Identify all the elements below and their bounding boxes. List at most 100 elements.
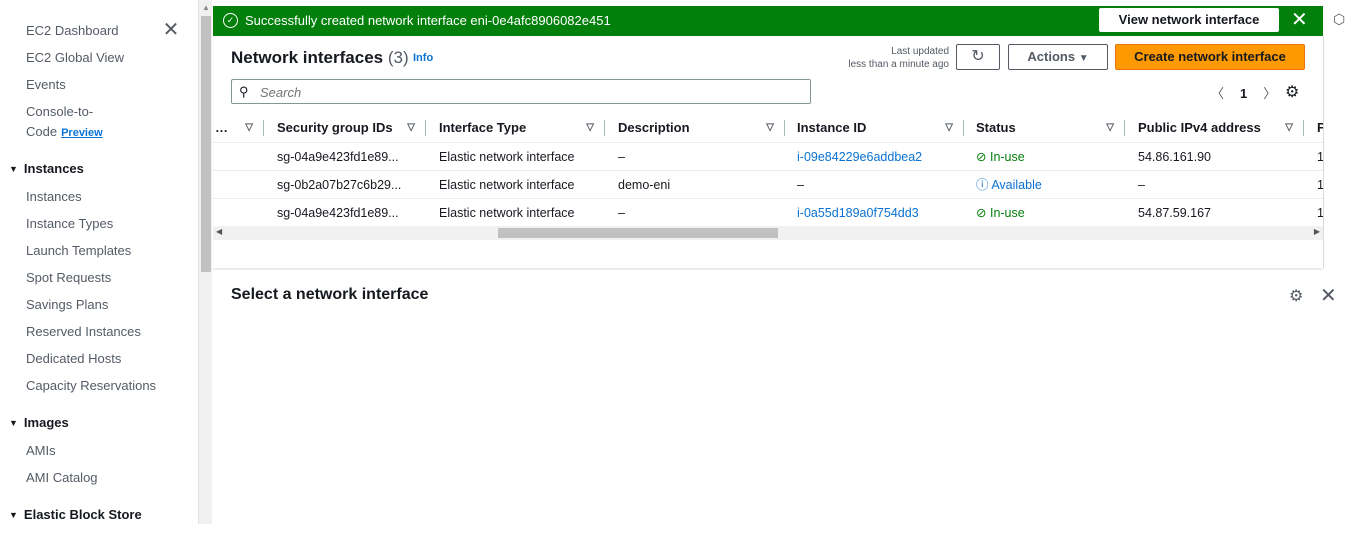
- cell-public-ipv4: –: [1138, 178, 1145, 192]
- nav-ami-catalog[interactable]: AMI Catalog: [26, 470, 98, 486]
- nav-ec2-dashboard[interactable]: EC2 Dashboard: [26, 23, 119, 39]
- cell-security-group: sg-0b2a07b27c6b29...: [277, 178, 402, 192]
- last-updated-label: Last updated: [891, 46, 949, 57]
- column-divider[interactable]: [263, 120, 264, 136]
- caret-down-icon: ▼: [1078, 53, 1089, 64]
- success-flash-banner: ✓ Successfully created network interface…: [213, 6, 1323, 36]
- side-navigation: ✕ EC2 Dashboard EC2 Global View Events C…: [0, 0, 198, 524]
- sidebar-scrollbar[interactable]: ▲: [198, 0, 212, 524]
- sort-icon[interactable]: ▽: [586, 113, 594, 143]
- search-box[interactable]: ⚲: [231, 79, 811, 104]
- status-badge: ⊘ In-use: [976, 199, 1025, 227]
- status-badge: ⊘ In-use: [976, 143, 1025, 171]
- current-page[interactable]: 1: [1240, 86, 1247, 101]
- caret-down-icon: ▼: [9, 418, 18, 428]
- item-count: (3): [387, 48, 409, 67]
- section-ebs[interactable]: ▼ Elastic Block Store: [9, 507, 142, 523]
- info-link[interactable]: Info: [413, 52, 433, 64]
- nav-instance-types[interactable]: Instance Types: [26, 216, 113, 232]
- column-divider[interactable]: [425, 120, 426, 136]
- scroll-left-icon[interactable]: ◀: [216, 227, 222, 236]
- cell-public-ipv4: 54.86.161.90: [1138, 150, 1211, 164]
- col-status[interactable]: Status ▽: [976, 113, 1124, 143]
- flash-message: Successfully created network interface e…: [245, 13, 611, 28]
- pagination: 〈 1 〉: [1203, 83, 1284, 102]
- table-row[interactable]: sg-04a9e423fd1e89... Elastic network int…: [213, 143, 1323, 171]
- scroll-right-icon[interactable]: ▶: [1314, 227, 1320, 236]
- cell-instance-id: –: [797, 178, 804, 192]
- nav-amis[interactable]: AMIs: [26, 443, 56, 459]
- nav-events[interactable]: Events: [26, 77, 66, 93]
- view-network-interface-button[interactable]: View network interface: [1099, 8, 1279, 32]
- table-horizontal-scrollbar[interactable]: ◀ ▶: [213, 226, 1323, 240]
- nav-savings-plans[interactable]: Savings Plans: [26, 297, 108, 313]
- nav-spot-requests[interactable]: Spot Requests: [26, 270, 111, 286]
- nav-instances[interactable]: Instances: [26, 189, 82, 205]
- nav-console-to-code[interactable]: Console-to-: [26, 104, 93, 120]
- instance-id-link[interactable]: i-09e84229e6addbea2: [797, 143, 922, 171]
- scrollbar-thumb[interactable]: [201, 16, 211, 272]
- column-divider[interactable]: [1303, 120, 1304, 136]
- status-badge: ⓘ Available: [976, 171, 1042, 199]
- preview-badge[interactable]: Preview: [61, 127, 103, 139]
- sort-icon[interactable]: ▽: [407, 113, 415, 143]
- search-icon: ⚲: [239, 84, 249, 99]
- close-icon[interactable]: ✕: [161, 20, 181, 40]
- feedback-icon[interactable]: ⬡: [1333, 11, 1345, 28]
- col-label: Interface Type: [439, 120, 527, 135]
- col-label: Security group IDs: [277, 120, 393, 135]
- col-interface-type[interactable]: Interface Type ▽: [439, 113, 604, 143]
- create-network-interface-button[interactable]: Create network interface: [1115, 44, 1305, 70]
- actions-label: Actions: [1027, 49, 1076, 64]
- network-interfaces-panel: Network interfaces (3) Info Last updated…: [213, 36, 1323, 268]
- nav-console-to-code-line2[interactable]: Code Preview: [26, 124, 103, 141]
- section-ebs-label: Elastic Block Store: [23, 507, 142, 522]
- col-label: Instance ID: [797, 120, 867, 135]
- col-prev-truncated[interactable]: … ▽: [213, 113, 263, 143]
- check-circle-icon: ⊘: [976, 206, 987, 220]
- sort-icon[interactable]: ▽: [245, 113, 253, 143]
- sort-icon[interactable]: ▽: [766, 113, 774, 143]
- sort-icon[interactable]: ▽: [1285, 113, 1293, 143]
- col-label: Status: [976, 120, 1016, 135]
- prev-page-icon[interactable]: 〈: [1211, 86, 1224, 101]
- table-row[interactable]: sg-0b2a07b27c6b29... Elastic network int…: [213, 171, 1323, 199]
- check-circle-icon: ✓: [223, 13, 238, 28]
- sort-icon[interactable]: ▽: [945, 113, 953, 143]
- col-security-group-ids[interactable]: Security group IDs ▽: [277, 113, 425, 143]
- instance-id-link[interactable]: i-0a55d189a0f754dd3: [797, 199, 919, 227]
- scroll-up-icon[interactable]: ▲: [202, 3, 210, 12]
- nav-console-to-code-label: Code: [26, 124, 58, 139]
- nav-capacity-reservations[interactable]: Capacity Reservations: [26, 378, 156, 394]
- details-title: Select a network interface: [231, 286, 429, 303]
- refresh-button[interactable]: ↻: [956, 44, 1000, 70]
- actions-button[interactable]: Actions ▼: [1008, 44, 1108, 70]
- column-divider[interactable]: [604, 120, 605, 136]
- nav-launch-templates[interactable]: Launch Templates: [26, 243, 131, 259]
- search-input[interactable]: [258, 83, 798, 101]
- sort-icon[interactable]: ▽: [1106, 113, 1114, 143]
- gear-icon[interactable]: ⚙: [1289, 286, 1303, 306]
- nav-dedicated-hosts[interactable]: Dedicated Hosts: [26, 351, 121, 367]
- next-page-icon[interactable]: 〉: [1263, 86, 1276, 101]
- col-label: Description: [618, 120, 690, 135]
- col-public-ipv4[interactable]: Public IPv4 address ▽: [1138, 113, 1303, 143]
- col-instance-id[interactable]: Instance ID ▽: [797, 113, 963, 143]
- column-divider[interactable]: [963, 120, 964, 136]
- close-icon[interactable]: ✕: [1320, 283, 1337, 308]
- close-icon[interactable]: ✕: [1291, 9, 1308, 31]
- nav-reserved-instances[interactable]: Reserved Instances: [26, 324, 141, 340]
- column-divider[interactable]: [784, 120, 785, 136]
- section-images[interactable]: ▼ Images: [9, 415, 69, 431]
- column-divider[interactable]: [1124, 120, 1125, 136]
- nav-ec2-global-view[interactable]: EC2 Global View: [26, 50, 124, 66]
- cell-interface-type: Elastic network interface: [439, 150, 575, 164]
- cell-public-ipv4: 54.87.59.167: [1138, 206, 1211, 220]
- gear-icon[interactable]: ⚙: [1285, 82, 1299, 102]
- table-row[interactable]: sg-04a9e423fd1e89... Elastic network int…: [213, 199, 1323, 227]
- status-text: In-use: [989, 206, 1025, 220]
- scrollbar-thumb[interactable]: [498, 228, 778, 238]
- col-description[interactable]: Description ▽: [618, 113, 784, 143]
- section-instances[interactable]: ▼ Instances: [9, 161, 84, 177]
- page-title: Network interfaces (3): [231, 48, 409, 68]
